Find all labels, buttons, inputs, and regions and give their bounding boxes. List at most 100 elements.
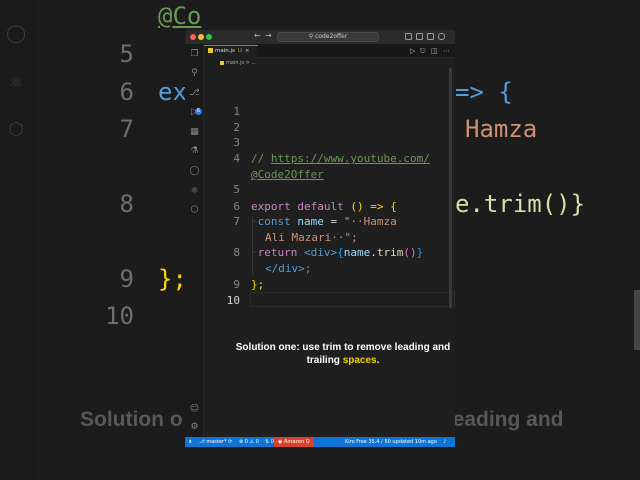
code-line-export: export default () => { — [251, 200, 397, 213]
problems-indicator[interactable]: ⊗ 0 ⚠ 0 — [239, 437, 259, 447]
back-arrow-icon[interactable]: ← — [254, 31, 261, 40]
background-activity-bar: ◯ ⚛ ⬡ — [0, 0, 34, 480]
code-editor[interactable]: 1 2 3 4 5 6 7 8 9 10 // https://www.yout… — [204, 68, 455, 437]
code-line-return: ·return <div>{name.trim()} — [251, 246, 424, 259]
kiro-usage-indicator[interactable]: Kiro Free 35.4 / 50 updated 10m ago — [345, 437, 437, 447]
line-number: 8 — [233, 246, 240, 259]
ports-indicator[interactable]: ⇅ 0 — [265, 437, 274, 447]
notifications-bell-icon[interactable]: ♪ — [443, 437, 446, 447]
jsx-open-tag: <div> — [304, 246, 338, 259]
puzzle-icon[interactable]: ⚛ — [189, 186, 200, 197]
keyword-return: return — [257, 246, 298, 259]
vertical-scrollbar[interactable] — [449, 68, 452, 308]
background-code-fragment: => { — [455, 78, 513, 106]
remote-icon[interactable]: ⋔ — [188, 437, 192, 447]
variable-name: name — [297, 215, 324, 228]
split-editor-icon[interactable]: ◫ — [431, 47, 438, 55]
tab-close-button[interactable]: × — [245, 48, 250, 54]
background-code-fragment: }; — [158, 265, 187, 293]
tab-bar: main.js U × ▷ ⎋ ◫ ⋯ — [204, 45, 455, 58]
explorer-icon[interactable]: ❐ — [189, 49, 200, 60]
javascript-file-icon — [208, 48, 213, 53]
code-line-comment: // https://www.youtube.com/ — [251, 152, 430, 165]
code-line-comment-wrap: @Code2Offer — [251, 168, 324, 181]
more-actions-icon[interactable]: ⋯ — [443, 47, 450, 55]
background-arrow-text: => { — [455, 78, 513, 106]
kiro-icon: ⬡ — [8, 119, 24, 140]
breadcrumb: main.js > ... — [204, 58, 455, 68]
line-number: 1 — [233, 105, 240, 118]
arrow-function: () => { — [350, 200, 397, 213]
settings-gear-icon[interactable]: ⚙ — [189, 422, 200, 433]
search-icon[interactable]: ⚲ — [189, 68, 200, 79]
editor-window: ← → ⚲ code2offer ❐ ⚲ ⎇ 6 ▷ ▦ ⚗ ◯ ⚛ ⬡ ☺ ⚙… — [185, 30, 455, 447]
amazon-q-label: Amazon Q — [283, 439, 310, 445]
tab-main-js[interactable]: main.js U × — [204, 45, 258, 58]
comment-prefix: // — [251, 152, 271, 165]
tab-modified-indicator: U — [237, 48, 242, 54]
amazon-q-button[interactable]: ◉ Amazon Q — [274, 437, 314, 447]
background-line-number: 10 — [105, 302, 134, 330]
forward-arrow-icon[interactable]: → — [265, 31, 272, 40]
line-number: 4 — [233, 152, 240, 165]
run-icon[interactable]: ▷ — [410, 47, 415, 55]
jsx-close-tag: </div>; — [265, 262, 312, 275]
equals-operator: = — [323, 215, 344, 228]
account-icon[interactable]: ☺ — [189, 404, 200, 415]
ghost-icon[interactable]: ◯ — [189, 166, 200, 177]
jsx-brace-open: { — [337, 246, 344, 259]
background-code-fragment: Hamza — [465, 115, 538, 143]
keyword-const: const — [257, 215, 291, 228]
close-window-button[interactable] — [190, 34, 196, 40]
source-control-icon[interactable]: ⎇ — [189, 88, 200, 99]
caption-period: . — [376, 355, 380, 366]
activity-bar: ❐ ⚲ ⎇ 6 ▷ ▦ ⚗ ◯ ⚛ ⬡ ☺ ⚙ — [185, 45, 204, 437]
command-center-search[interactable]: ⚲ code2offer — [277, 32, 379, 42]
background-line-number: 8 — [119, 190, 134, 218]
keyword-default: default — [297, 200, 344, 213]
code-line-const: ·const name = "··Hamza — [251, 215, 397, 228]
breadcrumb-file[interactable]: main.js — [226, 60, 244, 66]
ghost-icon: ◯ — [6, 23, 27, 44]
status-bar: ⋔ ⎇ master* ⟳ ⊗ 0 ⚠ 0 ⇅ 0 ◉ Amazon Q Kir… — [185, 437, 455, 447]
comment-url[interactable]: https://www.youtube.com/ — [271, 152, 430, 165]
maximize-window-button[interactable] — [206, 34, 212, 40]
branch-indicator[interactable]: ⎇ master* ⟳ — [199, 437, 232, 447]
keyword-export: export — [251, 200, 291, 213]
code-line-return-wrap: </div>; — [265, 262, 311, 275]
javascript-file-icon — [220, 60, 224, 65]
line-number: 6 — [233, 200, 240, 213]
string-value-part2: Ali Mazari·· — [265, 231, 345, 244]
call-parens: () — [403, 246, 417, 259]
puzzle-icon: ⚛ — [7, 73, 25, 94]
background-url-fragment: @Co — [158, 2, 202, 30]
chat-icon[interactable] — [438, 33, 445, 40]
background-line-number: 5 — [119, 40, 134, 68]
method-trim: .trim — [370, 246, 404, 259]
code-line-closing: }; — [251, 278, 265, 291]
video-caption: Solution one: use trim to remove leading… — [228, 341, 455, 367]
expression-name: name — [343, 246, 371, 259]
background-line-number: 7 — [119, 115, 134, 143]
background-code-fragment: e.trim()} — [455, 190, 586, 218]
toggle-sidebar-icon[interactable] — [405, 33, 412, 40]
testing-icon[interactable]: ⚗ — [189, 146, 200, 157]
background-code-fragment: ex — [158, 78, 187, 106]
extensions-icon[interactable]: ▦ — [189, 127, 200, 138]
background-caption-right: eading and — [452, 408, 564, 431]
kiro-icon[interactable]: ⬡ — [189, 205, 200, 216]
comment-url-continued[interactable]: @Code2Offer — [251, 168, 324, 181]
compare-icon[interactable]: ⎋ — [420, 47, 426, 56]
breadcrumb-symbol[interactable]: ... — [251, 60, 256, 66]
minimize-window-button[interactable] — [198, 34, 204, 40]
string-value-part1: ··Hamza — [350, 215, 397, 228]
toggle-secondary-sidebar-icon[interactable] — [427, 33, 434, 40]
caption-line2-text: trailing — [306, 355, 343, 366]
background-line-number: 9 — [119, 265, 134, 293]
current-line-highlight — [250, 292, 455, 307]
run-debug-icon[interactable]: ▷ — [189, 107, 200, 118]
toggle-panel-icon[interactable] — [416, 33, 423, 40]
breadcrumb-separator: > — [245, 60, 250, 66]
caption-highlight-word: spaces — [342, 355, 377, 366]
title-bar: ← → ⚲ code2offer — [185, 30, 455, 45]
